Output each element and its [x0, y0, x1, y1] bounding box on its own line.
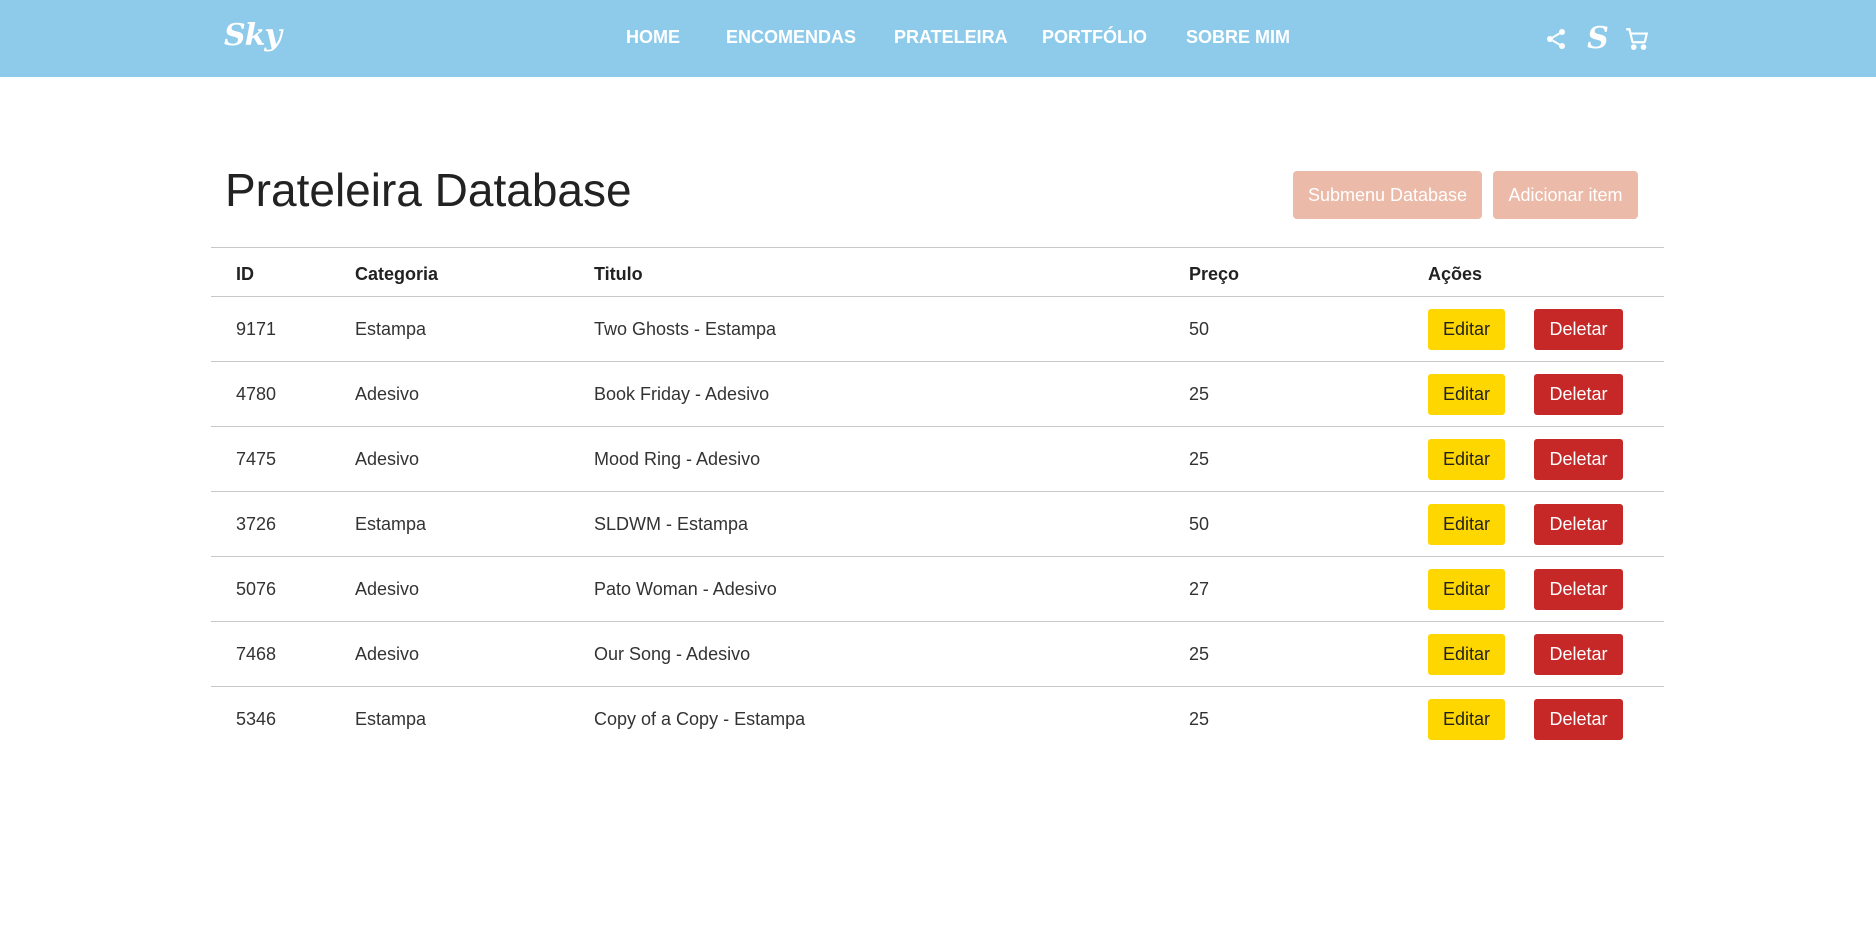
share-icon[interactable]	[1541, 24, 1571, 54]
cell-categoria: Adesivo	[355, 644, 420, 664]
header-acoes: Ações	[1428, 264, 1483, 284]
edit-button[interactable]: Editar	[1428, 699, 1505, 740]
submenu-database-button[interactable]: Submenu Database	[1293, 171, 1482, 219]
cell-categoria: Estampa	[355, 514, 427, 534]
header-titulo[interactable]: Titulo	[594, 264, 643, 285]
add-item-button[interactable]: Adicionar item	[1493, 171, 1638, 219]
header-id[interactable]: ID	[236, 264, 254, 285]
cell-titulo: Two Ghosts - Estampa	[594, 319, 777, 339]
edit-button[interactable]: Editar	[1428, 374, 1505, 415]
cell-preco: 50	[1189, 319, 1210, 339]
edit-button[interactable]: Editar	[1428, 439, 1505, 480]
cell-titulo: SLDWM - Estampa	[594, 514, 749, 534]
table-row: 3726 Estampa SLDWM - Estampa 50 Editar D…	[211, 492, 1664, 557]
header-categoria[interactable]: Categoria	[355, 264, 438, 285]
delete-button[interactable]: Deletar	[1534, 439, 1623, 480]
table-header: ID Categoria Titulo Preço Ações	[211, 247, 1664, 297]
cell-id: 7475	[236, 449, 277, 469]
header-preco[interactable]: Preço	[1189, 264, 1239, 285]
delete-button[interactable]: Deletar	[1534, 634, 1623, 675]
cell-id: 3726	[236, 514, 277, 534]
cell-id: 7468	[236, 644, 277, 664]
nav-home[interactable]: HOME	[626, 27, 680, 48]
cell-titulo: Copy of a Copy - Estampa	[594, 709, 806, 729]
database-table: ID Categoria Titulo Preço Ações 9171 Est…	[211, 247, 1664, 752]
delete-button[interactable]: Deletar	[1534, 699, 1623, 740]
cell-preco: 50	[1189, 514, 1210, 534]
table-row: 7475 Adesivo Mood Ring - Adesivo 25 Edit…	[211, 427, 1664, 492]
delete-button[interactable]: Deletar	[1534, 309, 1623, 350]
edit-button[interactable]: Editar	[1428, 309, 1505, 350]
table-row: 9171 Estampa Two Ghosts - Estampa 50 Edi…	[211, 297, 1664, 362]
nav-encomendas[interactable]: ENCOMENDAS	[726, 27, 856, 48]
delete-button[interactable]: Deletar	[1534, 504, 1623, 545]
cart-icon[interactable]	[1622, 24, 1652, 54]
cell-preco: 25	[1189, 709, 1210, 729]
cell-id: 4780	[236, 384, 277, 404]
edit-button[interactable]: Editar	[1428, 569, 1505, 610]
cell-preco: 25	[1189, 449, 1210, 469]
edit-button[interactable]: Editar	[1428, 634, 1505, 675]
edit-button[interactable]: Editar	[1428, 504, 1505, 545]
cell-preco: 27	[1189, 579, 1210, 599]
cell-categoria: Estampa	[355, 319, 427, 339]
navbar: Sky HOME ENCOMENDAS PRATELEIRA PORTFÓLIO…	[0, 0, 1876, 77]
cell-categoria: Adesivo	[355, 384, 420, 404]
s-brand-icon[interactable]: S	[1583, 24, 1613, 54]
cell-categoria: Adesivo	[355, 579, 420, 599]
cell-titulo: Pato Woman - Adesivo	[594, 579, 777, 599]
logo[interactable]: Sky	[224, 18, 282, 53]
cell-titulo: Mood Ring - Adesivo	[594, 449, 761, 469]
nav-prateleira[interactable]: PRATELEIRA	[894, 27, 1008, 48]
cell-preco: 25	[1189, 644, 1210, 664]
table-row: 5076 Adesivo Pato Woman - Adesivo 27 Edi…	[211, 557, 1664, 622]
delete-button[interactable]: Deletar	[1534, 569, 1623, 610]
table-row: 4780 Adesivo Book Friday - Adesivo 25 Ed…	[211, 362, 1664, 427]
table-row: 5346 Estampa Copy of a Copy - Estampa 25…	[211, 687, 1664, 752]
cell-id: 5076	[236, 579, 277, 599]
cell-preco: 25	[1189, 384, 1210, 404]
cell-categoria: Estampa	[355, 709, 427, 729]
table-row: 7468 Adesivo Our Song - Adesivo 25 Edita…	[211, 622, 1664, 687]
delete-button[interactable]: Deletar	[1534, 374, 1623, 415]
nav-sobre-mim[interactable]: SOBRE MIM	[1186, 27, 1290, 48]
cell-id: 9171	[236, 319, 277, 339]
cell-titulo: Book Friday - Adesivo	[594, 384, 770, 404]
cell-titulo: Our Song - Adesivo	[594, 644, 751, 664]
cell-id: 5346	[236, 709, 277, 729]
cell-categoria: Adesivo	[355, 449, 420, 469]
page-title: Prateleira Database	[225, 164, 632, 216]
nav-portfolio[interactable]: PORTFÓLIO	[1042, 27, 1147, 48]
